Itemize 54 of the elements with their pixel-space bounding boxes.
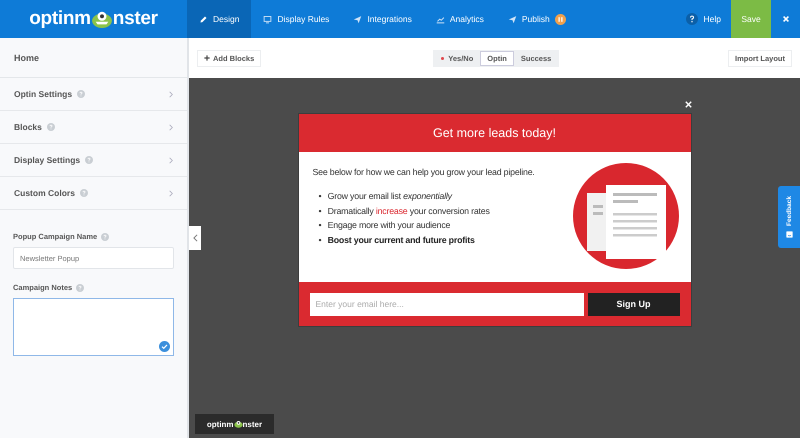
logo-text: optinm <box>29 8 91 30</box>
help-icon <box>76 284 84 292</box>
smiley-icon <box>786 231 792 238</box>
line-chart-icon <box>436 14 445 24</box>
benefit-item: Boost your current and future profits <box>328 234 475 247</box>
plus-icon <box>204 55 210 61</box>
bullet-mark: • <box>318 234 322 246</box>
sidebar-title: Home <box>0 38 187 78</box>
popup-intro: See below for how we can help you grow your lead pipeline. <box>312 167 535 177</box>
logo-text: optinm <box>206 420 234 428</box>
help-icon <box>77 90 86 98</box>
email-field[interactable]: Enter your email here... <box>310 292 584 316</box>
paper-plane-icon <box>508 14 517 24</box>
bullet-mark: • <box>318 219 322 232</box>
monster-icon <box>234 420 243 428</box>
close-icon <box>782 15 790 23</box>
chevron-right-icon <box>169 156 173 164</box>
help-icon <box>85 156 94 164</box>
sign-up-button[interactable]: Sign Up <box>588 292 680 316</box>
nav-tab[interactable]: Design <box>187 0 252 38</box>
check-icon <box>159 341 170 352</box>
benefit-item: Dramatically increase your conversion rates <box>328 204 490 218</box>
monster-icon <box>90 10 113 28</box>
help-icon <box>101 232 110 240</box>
paper-plane-icon <box>353 14 362 24</box>
help-icon <box>46 123 55 131</box>
nav-tab[interactable]: Display Rules <box>251 0 342 38</box>
nav-tab[interactable]: Publish <box>496 0 578 38</box>
settings-section[interactable]: Blocks <box>0 111 187 144</box>
pencil-icon <box>199 14 208 24</box>
bullet-mark: • <box>318 204 322 218</box>
settings-section[interactable]: Custom Colors <box>0 177 187 210</box>
benefit-item: Engage more with your audience <box>328 219 450 232</box>
chevron-right-icon <box>169 124 173 130</box>
settings-section[interactable]: Optin Settings <box>0 78 187 111</box>
status-dot-icon <box>441 56 444 60</box>
notes-field[interactable] <box>13 298 174 356</box>
logo-text: nster <box>112 8 158 30</box>
collapse-handle[interactable] <box>189 226 201 250</box>
help-button[interactable]: Help <box>676 0 731 38</box>
chevron-right-icon <box>169 90 173 98</box>
nav-tab[interactable]: Integrations <box>341 0 424 38</box>
help-icon <box>686 13 698 25</box>
popup-title: Get more leads today! <box>433 126 556 140</box>
settings-section[interactable]: Display Settings <box>0 144 187 177</box>
benefit-item: Grow your email list exponentially <box>328 190 452 203</box>
help-icon <box>80 189 88 197</box>
bullet-mark: • <box>318 190 322 203</box>
close-icon[interactable] <box>684 100 692 109</box>
chevron-right-icon <box>169 190 173 196</box>
monitor-icon <box>263 14 272 24</box>
logo-text: nster <box>242 420 262 428</box>
nav-tab[interactable]: Analytics <box>424 0 496 38</box>
chevron-left-icon <box>192 234 198 242</box>
